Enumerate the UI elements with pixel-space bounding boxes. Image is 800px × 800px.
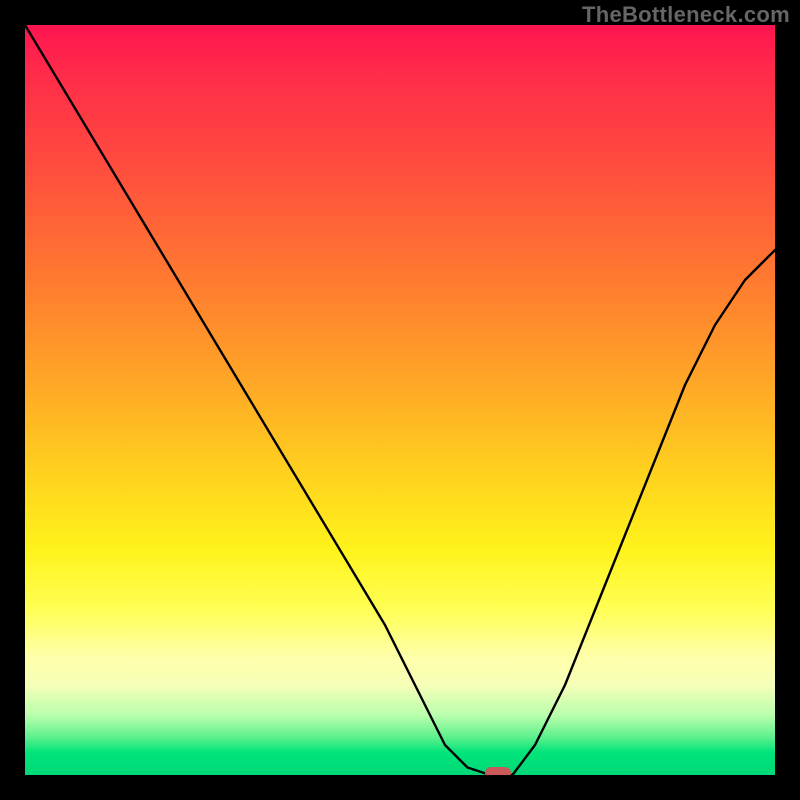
plot-area (25, 25, 775, 775)
bottleneck-curve (25, 25, 775, 775)
watermark-text: TheBottleneck.com (582, 2, 790, 28)
optimal-marker (485, 767, 511, 775)
chart-frame: TheBottleneck.com (0, 0, 800, 800)
curve-path (25, 25, 775, 775)
